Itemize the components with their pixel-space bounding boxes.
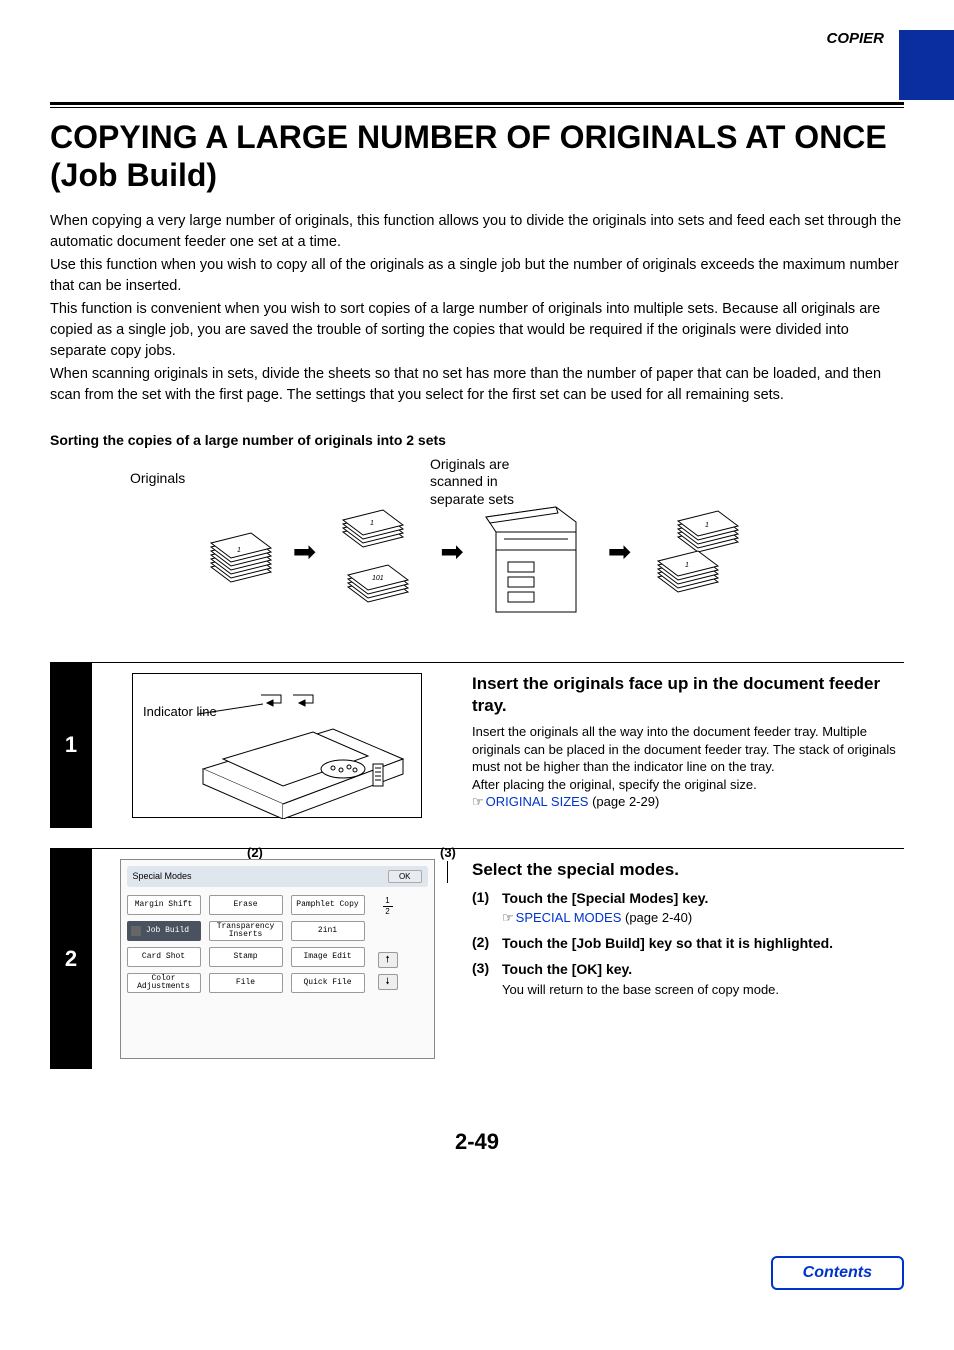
intro-p2: Use this function when you wish to copy … bbox=[50, 255, 904, 297]
arrow-right-icon: ➡ bbox=[608, 535, 631, 568]
substep-note: You will return to the base screen of co… bbox=[502, 982, 904, 997]
intro-p4: When scanning originals in sets, divide … bbox=[50, 364, 904, 406]
step-2-row: 2 (2) (3) Special Modes OK Margin Shift … bbox=[50, 849, 904, 1069]
intro-p3: This function is convenient when you wis… bbox=[50, 299, 904, 362]
special-modes-panel: Special Modes OK Margin Shift Job Build … bbox=[120, 859, 435, 1059]
link-page-ref: (page 2-29) bbox=[588, 794, 659, 809]
step-2-badge: 2 bbox=[50, 849, 92, 1069]
erase-button[interactable]: Erase bbox=[209, 895, 283, 915]
section-header: COPIER bbox=[50, 0, 904, 47]
original-sizes-link[interactable]: ORIGINAL SIZES bbox=[486, 794, 589, 809]
callout-3: (3) bbox=[440, 845, 456, 860]
svg-text:1: 1 bbox=[370, 520, 374, 527]
substep-main: Touch the [Job Build] key so that it is … bbox=[502, 934, 904, 952]
output-stacks-icon: 1 1 bbox=[643, 507, 753, 597]
arrow-right-icon: ➡ bbox=[293, 535, 316, 568]
label-scanned: Originals are scanned in separate sets bbox=[430, 456, 530, 509]
panel-title: Special Modes bbox=[133, 871, 192, 881]
substep-3: (3) Touch the [OK] key. You will return … bbox=[472, 960, 904, 996]
page-title: COPYING A LARGE NUMBER OF ORIGINALS AT O… bbox=[50, 118, 904, 195]
substep-1: (1) Touch the [Special Modes] key. ☞SPEC… bbox=[472, 889, 904, 926]
step-2-title: Select the special modes. bbox=[472, 859, 904, 881]
pointer-icon: ☞ bbox=[472, 794, 484, 809]
intro-p1: When copying a very large number of orig… bbox=[50, 211, 904, 253]
contents-button[interactable]: Contents bbox=[771, 1256, 904, 1290]
diagram-heading: Sorting the copies of a large number of … bbox=[50, 432, 904, 448]
panel-header: Special Modes OK bbox=[127, 866, 428, 887]
title-rule bbox=[50, 102, 904, 108]
quick-file-button[interactable]: Quick File bbox=[291, 973, 365, 993]
step-1-desc: Insert the originals all the way into th… bbox=[472, 723, 904, 811]
substep-main: Touch the [OK] key. bbox=[502, 960, 904, 978]
svg-text:1: 1 bbox=[705, 522, 709, 529]
special-modes-link[interactable]: SPECIAL MODES bbox=[516, 910, 622, 925]
svg-text:1: 1 bbox=[685, 562, 689, 569]
label-originals: Originals bbox=[130, 470, 185, 486]
2in1-button[interactable]: 2in1 bbox=[291, 921, 365, 941]
callout-2: (2) bbox=[247, 845, 263, 860]
file-button[interactable]: File bbox=[209, 973, 283, 993]
scroll-down-button[interactable]: 🠗 bbox=[378, 974, 398, 990]
transparency-button[interactable]: Transparency Inserts bbox=[209, 921, 283, 941]
substep-num: (3) bbox=[472, 960, 502, 996]
page-frac-top: 1 bbox=[385, 896, 389, 905]
intro-text: When copying a very large number of orig… bbox=[50, 211, 904, 406]
paper-stack-icon: 1 bbox=[201, 517, 281, 587]
margin-shift-button[interactable]: Margin Shift bbox=[127, 895, 201, 915]
scroll-up-button[interactable]: 🠕 bbox=[378, 952, 398, 968]
arrow-right-icon: ➡ bbox=[440, 535, 463, 568]
card-shot-button[interactable]: Card Shot bbox=[127, 947, 201, 967]
page-number: 2-49 bbox=[50, 1129, 904, 1155]
image-edit-button[interactable]: Image Edit bbox=[291, 947, 365, 967]
step-1-title: Insert the originals face up in the docu… bbox=[472, 673, 904, 717]
step-1-badge: 1 bbox=[50, 663, 92, 828]
ok-button[interactable]: OK bbox=[388, 870, 422, 883]
substep-num: (2) bbox=[472, 934, 502, 952]
color-adj-button[interactable]: Color Adjustments bbox=[127, 973, 201, 993]
pointer-icon: ☞ bbox=[502, 910, 514, 925]
stamp-button[interactable]: Stamp bbox=[209, 947, 283, 967]
substep-num: (1) bbox=[472, 889, 502, 926]
step-1-desc2: After placing the original, specify the … bbox=[472, 777, 757, 792]
feeder-tray-diagram: Indicator line bbox=[132, 673, 422, 818]
job-build-button[interactable]: Job Build bbox=[127, 921, 201, 941]
svg-text:101: 101 bbox=[372, 575, 384, 582]
substep-main: Touch the [Special Modes] key. bbox=[502, 889, 904, 907]
svg-text:1: 1 bbox=[237, 547, 241, 554]
step-1-row: 1 Indicator line I bbox=[50, 663, 904, 828]
pamphlet-button[interactable]: Pamphlet Copy bbox=[291, 895, 365, 915]
page-accent-bar bbox=[899, 30, 954, 100]
process-diagram: Originals Originals are scanned in separ… bbox=[50, 462, 904, 642]
paper-two-stacks-icon: 1 101 bbox=[328, 497, 428, 607]
page-frac-bot: 2 bbox=[385, 907, 389, 916]
step-1-desc1: Insert the originals all the way into th… bbox=[472, 724, 896, 774]
substep-2: (2) Touch the [Job Build] key so that it… bbox=[472, 934, 904, 952]
link-page-ref: (page 2-40) bbox=[621, 910, 692, 925]
